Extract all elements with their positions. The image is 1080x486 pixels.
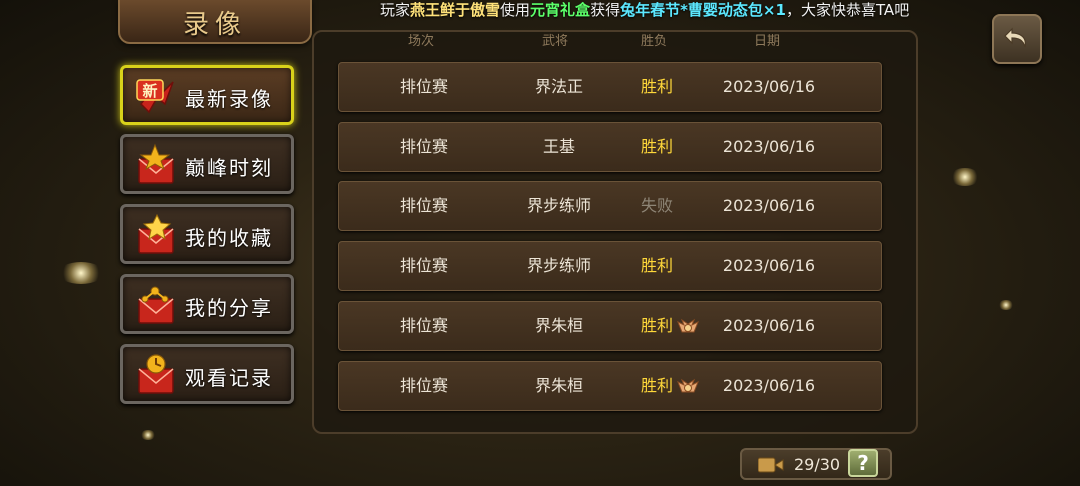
match-type: 排位赛 <box>399 196 448 215</box>
back-button[interactable] <box>992 14 1042 64</box>
result-text: 失败 <box>640 196 673 215</box>
share-envelope-icon <box>138 286 174 324</box>
result-text: 胜利 <box>640 77 673 96</box>
svg-text:新: 新 <box>142 82 157 100</box>
spark-decoration <box>58 262 104 284</box>
column-header-match: 场次 <box>408 34 435 49</box>
replay-count: 29/30 <box>794 455 841 474</box>
title-tab: 录像 <box>118 0 312 44</box>
sidebar-item-label: 我的分享 <box>185 296 273 320</box>
mvp-wing-badge-icon <box>677 378 699 393</box>
result-text: 胜利 <box>640 137 673 156</box>
help-button[interactable]: ? <box>848 449 878 477</box>
match-type: 排位赛 <box>399 376 448 395</box>
sidebar-item-history[interactable]: 观看记录 <box>120 344 294 404</box>
column-header-result: 胜负 <box>641 34 668 49</box>
column-header-general: 武将 <box>542 34 569 49</box>
new-badge-icon: 新 <box>136 79 174 114</box>
sidebar-item-shares[interactable]: 我的分享 <box>120 274 294 334</box>
match-date: 2023/06/16 <box>722 256 816 275</box>
history-envelope-icon <box>138 354 174 394</box>
general-name: 界步练师 <box>526 196 591 215</box>
replay-screen: 录像 玩家燕王鲜于傲雪使用元宵礼盒获得兔年春节*曹婴动态包×1，大家快恭喜TA吧… <box>0 0 1080 486</box>
table-row[interactable]: 排位赛 界法正 胜利 2023/06/16 <box>338 62 882 112</box>
match-type: 排位赛 <box>399 256 448 275</box>
peak-envelope-icon <box>138 143 174 184</box>
spark-decoration <box>998 300 1014 310</box>
mvp-wing-badge-icon <box>677 318 699 333</box>
return-arrow-icon <box>1004 27 1026 48</box>
sidebar-item-favorites[interactable]: 我的收藏 <box>120 204 294 264</box>
video-camera-icon <box>758 457 784 473</box>
match-date: 2023/06/16 <box>722 376 816 395</box>
sidebar-item-label: 我的收藏 <box>185 226 273 250</box>
star-envelope-icon <box>138 213 174 254</box>
table-row[interactable]: 排位赛 界步练师 胜利 2023/06/16 <box>338 241 882 291</box>
match-date: 2023/06/16 <box>722 77 816 96</box>
page-title: 录像 <box>182 10 247 40</box>
sidebar-item-label: 巅峰时刻 <box>185 156 273 180</box>
table-row[interactable]: 排位赛 界步练师 失败 2023/06/16 <box>338 181 882 231</box>
match-type: 排位赛 <box>399 316 448 335</box>
broadcast-marquee: 玩家燕王鲜于傲雪使用元宵礼盒获得兔年春节*曹婴动态包×1，大家快恭喜TA吧 <box>380 0 1040 22</box>
marquee-obtained: 获得 <box>590 1 621 19</box>
table-row[interactable]: 排位赛 王基 胜利 2023/06/16 <box>338 122 882 172</box>
general-name: 王基 <box>542 137 575 156</box>
spark-decoration <box>140 430 156 440</box>
marquee-prefix: 玩家 <box>380 1 411 19</box>
marquee-item: 元宵礼盒 <box>530 1 591 19</box>
sidebar-item-label: 最新录像 <box>185 87 273 111</box>
match-date: 2023/06/16 <box>722 316 816 335</box>
sidebar-item-latest[interactable]: 新 最新录像 <box>120 65 294 125</box>
general-name: 界法正 <box>534 77 583 96</box>
general-name: 界朱桓 <box>534 376 583 395</box>
marquee-player: 燕王鲜于傲雪 <box>410 1 501 19</box>
column-header-date: 日期 <box>754 34 781 49</box>
result-text: 胜利 <box>640 256 673 275</box>
marquee-suffix: ，大家快恭喜TA吧 <box>785 1 910 19</box>
match-type: 排位赛 <box>399 77 448 96</box>
marquee-used: 使用 <box>500 1 531 19</box>
match-type: 排位赛 <box>399 137 448 156</box>
table-row[interactable]: 排位赛 界朱桓 胜利 2023/06/16 <box>338 361 882 411</box>
match-date: 2023/06/16 <box>722 137 816 156</box>
general-name: 界步练师 <box>526 256 591 275</box>
table-row[interactable]: 排位赛 界朱桓 胜利 2023/06/16 <box>338 301 882 351</box>
general-name: 界朱桓 <box>534 316 583 335</box>
marquee-reward: 兔年春节*曹婴动态包×1 <box>620 1 786 19</box>
spark-decoration <box>950 168 980 186</box>
sidebar-item-peak[interactable]: 巅峰时刻 <box>120 134 294 194</box>
sidebar-item-label: 观看记录 <box>185 366 273 390</box>
match-date: 2023/06/16 <box>722 196 816 215</box>
